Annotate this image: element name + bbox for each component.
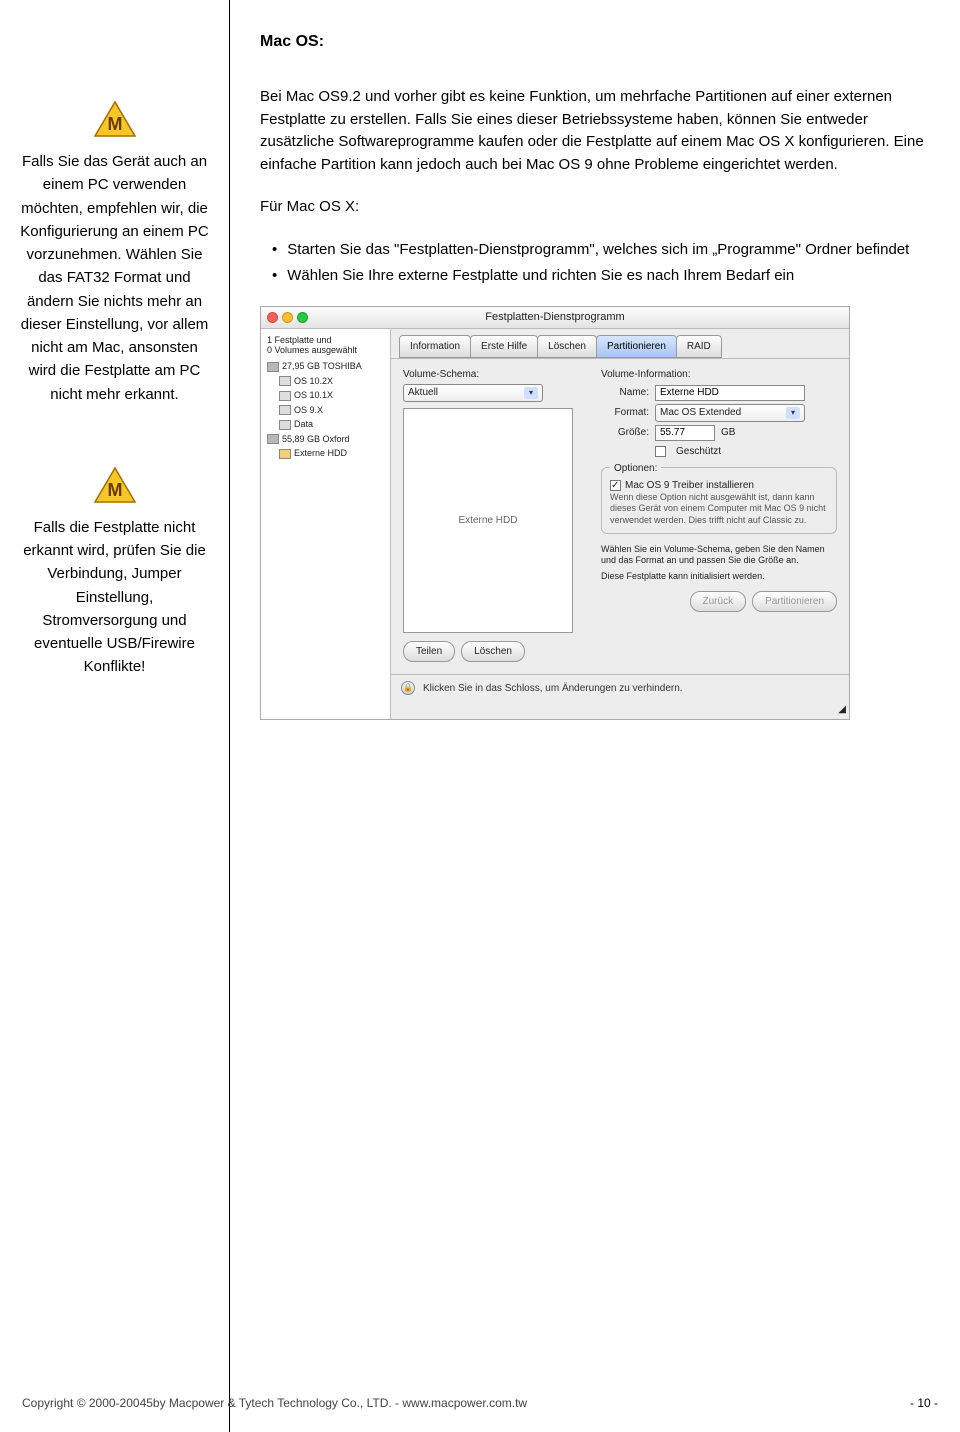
name-label: Name: [601, 385, 649, 400]
selection-summary: 1 Festplatte und0 Volumes ausgewählt [267, 335, 384, 357]
drive-icon [267, 434, 279, 444]
size-input[interactable] [655, 425, 715, 441]
size-label: Größe: [601, 425, 649, 440]
partition-button[interactable]: Partitionieren [752, 591, 837, 612]
tab-partitionieren[interactable]: Partitionieren [596, 335, 677, 358]
warning-icon: M [93, 100, 137, 140]
chevron-updown-icon: ▾ [524, 387, 538, 399]
footer-copyright: Copyright © 2000-20045by Macpower & Tyte… [22, 1396, 527, 1410]
back-button[interactable]: Zurück [690, 591, 747, 612]
resize-handle-icon[interactable]: ◢ [391, 702, 849, 719]
volume-row[interactable]: OS 10.2X [279, 375, 384, 389]
size-unit: GB [721, 425, 735, 440]
bullet-icon: • [272, 239, 277, 262]
device-row[interactable]: 27,95 GB TOSHIBA [267, 360, 384, 374]
volume-row[interactable]: OS 9.X [279, 404, 384, 418]
page-number: - 10 - [910, 1396, 938, 1410]
volume-row[interactable]: Externe HDD [279, 447, 384, 461]
sidebar-note-2: Falls die Festplatte nicht erkannt wird,… [18, 516, 211, 679]
disk-utility-window: Festplatten-Dienstprogramm 1 Festplatte … [260, 306, 850, 720]
svg-text:M: M [107, 114, 122, 134]
bullet-1: Starten Sie das "Festplatten-Dienstprogr… [287, 239, 909, 262]
section-heading: Mac OS: [260, 30, 938, 54]
hint-text-1: Wählen Sie ein Volume-Schema, geben Sie … [601, 544, 837, 567]
volume-icon [279, 391, 291, 401]
chevron-updown-icon: ▾ [786, 407, 800, 419]
paragraph-osx-label: Für Mac OS X: [260, 196, 938, 219]
bullet-2: Wählen Sie Ihre externe Festplatte und r… [287, 265, 794, 288]
options-title: Optionen: [610, 463, 661, 474]
bullet-icon: • [272, 265, 277, 288]
volume-schema-select[interactable]: Aktuell▾ [403, 384, 543, 402]
device-row[interactable]: 55,89 GB Oxford [267, 433, 384, 447]
svg-text:M: M [107, 480, 122, 500]
volume-row[interactable]: Data [279, 418, 384, 432]
os9-driver-checkbox[interactable] [610, 480, 621, 491]
volume-icon [279, 405, 291, 415]
lock-icon[interactable]: 🔒 [401, 681, 415, 695]
volume-row[interactable]: OS 10.1X [279, 389, 384, 403]
tab-raid[interactable]: RAID [676, 335, 722, 358]
hint-text-2: Diese Festplatte kann initialisiert werd… [601, 571, 837, 583]
delete-button[interactable]: Löschen [461, 641, 525, 662]
name-input[interactable] [655, 385, 805, 401]
volume-icon [279, 449, 291, 459]
format-label: Format: [601, 405, 649, 420]
volume-icon [279, 376, 291, 386]
format-select[interactable]: Mac OS Extended▾ [655, 404, 805, 422]
lock-text: Klicken Sie in das Schloss, um Änderunge… [423, 681, 683, 696]
protected-checkbox[interactable] [655, 446, 666, 457]
sidebar-note-1: Falls Sie das Gerät auch an einem PC ver… [18, 150, 211, 406]
volume-info-label: Volume-Information: [601, 367, 837, 382]
warning-icon: M [93, 466, 137, 506]
tab-information[interactable]: Information [399, 335, 471, 358]
partition-preview[interactable]: Externe HDD [403, 408, 573, 633]
drive-icon [267, 362, 279, 372]
volume-icon [279, 420, 291, 430]
window-title: Festplatten-Dienstprogramm [261, 309, 849, 326]
os9-driver-label: Mac OS 9 Treiber installieren [625, 480, 754, 491]
tab-loeschen[interactable]: Löschen [537, 335, 597, 358]
tab-erste-hilfe[interactable]: Erste Hilfe [470, 335, 538, 358]
paragraph-intro: Bei Mac OS9.2 und vorher gibt es keine F… [260, 86, 938, 176]
volume-schema-label: Volume-Schema: [403, 367, 593, 382]
os9-driver-desc: Wenn diese Option nicht ausgewählt ist, … [610, 492, 828, 527]
split-button[interactable]: Teilen [403, 641, 455, 662]
protected-label: Geschützt [676, 444, 721, 459]
